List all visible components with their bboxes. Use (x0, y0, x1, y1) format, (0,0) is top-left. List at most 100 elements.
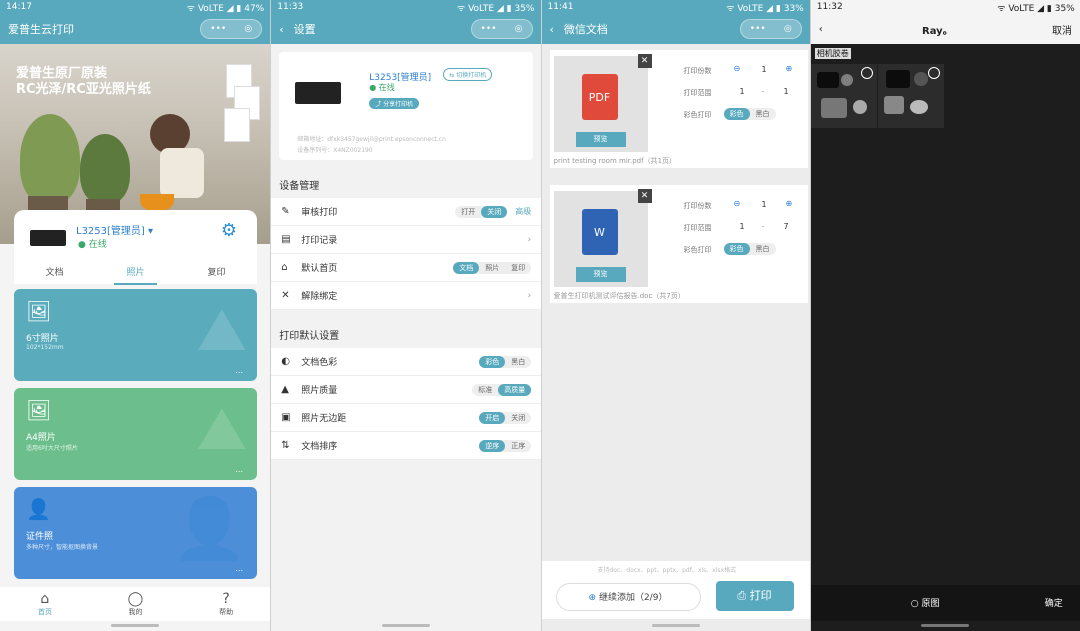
nav-bar: ‹ Ray。 取消 (811, 14, 1080, 44)
close-target-icon[interactable]: ◎ (515, 24, 523, 34)
file-card: W 预览 ✕ 打印份数 ⊖ 1 ⊕ 打印范围 1 - 7 彩色打印 彩色 黑白 爱普… (549, 185, 808, 303)
status-bar: 11:32 ᯤ VoLTE ◢ ▮ 35% (811, 0, 1080, 14)
item-default-home[interactable]: ⌂ 默认首页 文档 照片 复印 (271, 254, 541, 282)
miniprogram-capsule[interactable]: ••• ◎ (200, 19, 263, 39)
home-icon: ⌂ (40, 591, 50, 607)
more-icon[interactable]: ••• (210, 24, 226, 34)
default-home-toggle[interactable]: 文档 照片 复印 (453, 261, 532, 274)
tab-photo[interactable]: 照片 (114, 265, 157, 285)
card-a4-photo[interactable]: 🖼 A4照片 适用6吋大尺寸照片 ⛰ ... (14, 388, 257, 480)
color-toggle[interactable]: 彩色 黑白 (723, 243, 776, 255)
miniprogram-capsule[interactable]: ••• ◎ (739, 19, 802, 39)
album-label[interactable]: 相机胶卷 (814, 48, 851, 59)
file-thumbnail: W 预览 (553, 191, 648, 287)
picker-header: 11:32 ᯤ VoLTE ◢ ▮ 35% ‹ Ray。 取消 (810, 0, 1080, 44)
user-icon: ◯ (127, 591, 144, 607)
nav-bar: 爱普生云打印 ••• ◎ (0, 14, 271, 44)
tab-copy[interactable]: 复印 (207, 265, 225, 278)
color-toggle[interactable]: 彩色 黑白 (723, 108, 776, 120)
device-info-card: L3253[管理员] ⇆ 切换打印机 ● 在线 ⤴ 分享打印机 邮箱地址：dfx… (279, 52, 534, 160)
more-icon[interactable]: ••• (750, 24, 766, 34)
unbind-icon: ✕ (281, 290, 290, 301)
close-target-icon[interactable]: ◎ (784, 24, 792, 34)
minus-icon[interactable]: ⊖ (734, 64, 741, 73)
tabbar-help[interactable]: ? 帮助 (219, 587, 233, 621)
advanced-link[interactable]: 高级 (515, 206, 531, 217)
status-bar: 11:33 ᯤ VoLTE ◢ ▮ 35% (271, 0, 541, 14)
tabbar-mine[interactable]: ◯ 我的 (128, 587, 144, 621)
printer-icon (30, 230, 66, 246)
device-name[interactable]: L3253[管理员] ▾ (76, 222, 153, 237)
word-icon: W (581, 209, 618, 255)
item-unbind[interactable]: ✕ 解除绑定 › (271, 282, 541, 310)
plus-circle-icon: ⊕ (588, 593, 597, 603)
plus-icon[interactable]: ⊕ (786, 64, 793, 73)
card-id-photo[interactable]: 👤 证件照 多种尺寸，智能抠图换背景 👤 ... (14, 487, 257, 579)
more-icon[interactable]: ••• (481, 24, 497, 34)
copies-value[interactable]: 1 (762, 200, 767, 209)
preview-button[interactable]: 预览 (575, 132, 626, 147)
share-printer-button[interactable]: ⤴ 分享打印机 (369, 98, 420, 109)
more-dots: ... (235, 366, 243, 375)
minus-icon[interactable]: ⊖ (734, 199, 741, 208)
back-icon[interactable]: ‹ (550, 23, 554, 36)
review-toggle[interactable]: 打开 关闭 (455, 205, 508, 218)
item-doc-order[interactable]: ⇅ 文档排序 逆序 正序 (271, 432, 541, 460)
battery: ᯤ VoLTE ◢ ▮ 47% (186, 3, 265, 14)
color-toggle[interactable]: 彩色 黑白 (479, 355, 532, 368)
original-toggle[interactable]: ○ 原图 (911, 596, 940, 609)
tab-document[interactable]: 文档 (45, 265, 63, 278)
copies-label: 打印份数 (683, 67, 712, 75)
battery: ᯤ VoLTE ◢ ▮ 35% (997, 3, 1075, 14)
switch-printer-button[interactable]: ⇆ 切换打印机 (443, 68, 493, 81)
select-circle[interactable] (927, 67, 940, 79)
confirm-button[interactable]: 确定 (1045, 596, 1063, 609)
frame-icon: ▣ (281, 412, 291, 423)
copies-value[interactable]: 1 (762, 65, 767, 74)
copies-label: 打印份数 (683, 202, 712, 210)
tab-bar: ⌂ 首页 ◯ 我的 ? 帮助 (0, 587, 271, 621)
tabbar-home[interactable]: ⌂ 首页 (38, 587, 52, 621)
home-indicator (111, 624, 160, 627)
photo-thumbnail[interactable] (877, 64, 944, 128)
record-icon: ▤ (281, 234, 291, 245)
card-6inch-photo[interactable]: 🖼 6寸照片 102*152mm ⛰ ... (14, 289, 257, 381)
back-icon[interactable]: ‹ (819, 24, 823, 35)
close-icon[interactable]: ✕ (637, 54, 652, 68)
select-circle[interactable] (860, 67, 873, 79)
picker-footer: ○ 原图 确定 (810, 585, 1080, 621)
range-to[interactable]: 1 (784, 87, 789, 96)
range-label: 打印范围 (683, 89, 712, 97)
item-print-history[interactable]: ▤ 打印记录 › (271, 226, 541, 254)
mountain-icon: ⛰ (196, 394, 247, 464)
close-target-icon[interactable]: ◎ (244, 24, 252, 34)
device-status: ● 在线 (78, 240, 107, 250)
preview-button[interactable]: 预览 (575, 267, 626, 282)
plus-icon[interactable]: ⊕ (786, 199, 793, 208)
item-borderless[interactable]: ▣ 照片无边距 开启 关闭 (271, 404, 541, 432)
range-to[interactable]: 7 (784, 222, 789, 231)
settings-screen: 11:33 ᯤ VoLTE ◢ ▮ 35% ‹ 设置 ••• ◎ L3253[管理员… (271, 0, 541, 631)
file-thumbnail: PDF 预览 (553, 56, 648, 152)
add-more-button[interactable]: ⊕ 继续添加（2/9） (555, 583, 701, 611)
photo-thumbnail[interactable] (810, 64, 877, 128)
cancel-button[interactable]: 取消 (1052, 22, 1072, 37)
borderless-toggle[interactable]: 开启 关闭 (479, 411, 532, 424)
range-from[interactable]: 1 (740, 87, 745, 96)
close-icon[interactable]: ✕ (637, 189, 652, 203)
order-toggle[interactable]: 逆序 正序 (479, 439, 532, 452)
back-icon[interactable]: ‹ (279, 23, 283, 36)
battery: ᯤ VoLTE ◢ ▮ 33% (726, 3, 804, 14)
item-review-print[interactable]: ✎ 审核打印 打开 关闭 高级 (271, 198, 541, 226)
gear-icon[interactable]: ⚙ (221, 220, 237, 241)
sort-icon: ⇅ (281, 440, 290, 451)
miniprogram-capsule[interactable]: ••• ◎ (470, 19, 533, 39)
format-hint: 支持doc、docx、ppt、pptx、pdf、xls、xlsx格式 (597, 567, 737, 574)
print-button[interactable]: ⎙ 打印 (715, 581, 794, 611)
range-from[interactable]: 1 (740, 222, 745, 231)
email-text: 邮箱地址：dfxk3457gewjil@print.epsonconnect.c… (297, 136, 446, 143)
item-doc-color[interactable]: ◐ 文档色彩 彩色 黑白 (271, 348, 541, 376)
item-photo-quality[interactable]: ▲ 照片质量 标准 高质量 (271, 376, 541, 404)
quality-toggle[interactable]: 标准 高质量 (472, 383, 532, 396)
nav-bar: ‹ 微信文档 ••• ◎ (541, 14, 810, 44)
